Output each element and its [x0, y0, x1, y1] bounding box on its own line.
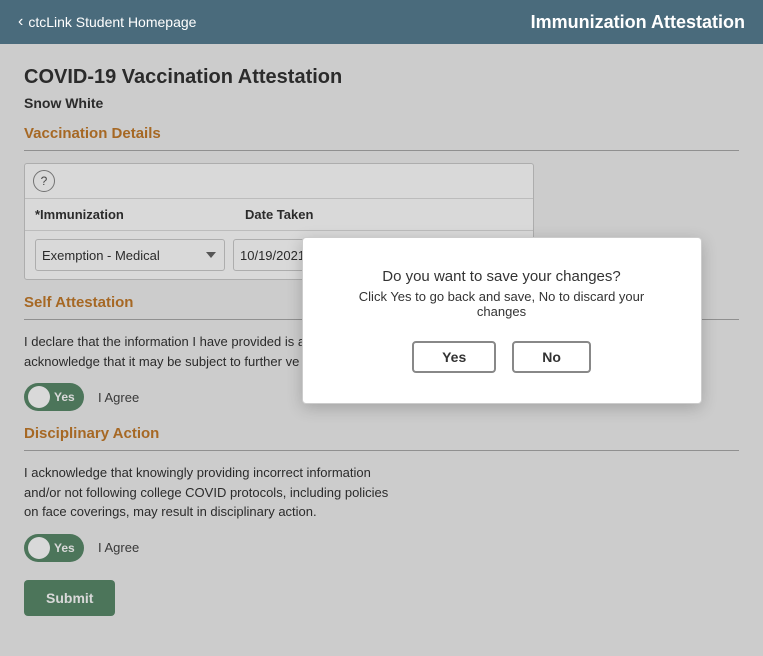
main-content: COVID-19 Vaccination Attestation Snow Wh…	[0, 44, 763, 656]
modal-message-2: Click Yes to go back and save, No to dis…	[339, 289, 665, 319]
back-label: ctcLink Student Homepage	[28, 14, 196, 30]
header-title: Immunization Attestation	[531, 12, 745, 33]
save-changes-dialog: Do you want to save your changes? Click …	[302, 237, 702, 404]
back-arrow-icon: ‹	[18, 13, 23, 31]
modal-message-1: Do you want to save your changes?	[339, 268, 665, 285]
modal-overlay: Do you want to save your changes? Click …	[0, 44, 763, 656]
modal-no-button[interactable]: No	[512, 341, 591, 373]
back-navigation[interactable]: ‹ ctcLink Student Homepage	[18, 13, 196, 31]
app-header: ‹ ctcLink Student Homepage Immunization …	[0, 0, 763, 44]
modal-yes-button[interactable]: Yes	[412, 341, 496, 373]
modal-buttons: Yes No	[339, 341, 665, 373]
